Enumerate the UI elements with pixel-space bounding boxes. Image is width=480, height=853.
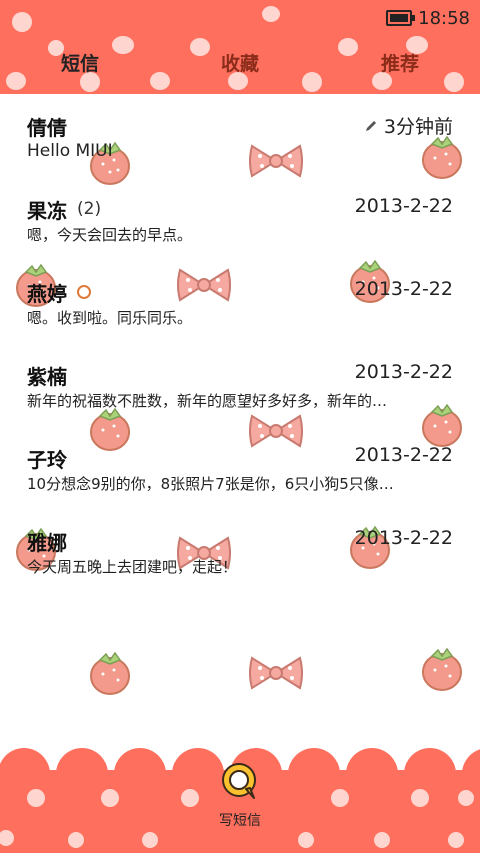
thread-time: 2013-2-22: [354, 278, 453, 300]
tab-bar: 短信 收藏 推荐: [0, 46, 480, 82]
message-preview: 嗯，今天会回去的早点。: [27, 226, 193, 244]
compose-label: 写短信: [219, 813, 261, 829]
header-bar: 18:58 短信 收藏 推荐: [0, 0, 480, 94]
contact-name: 紫楠: [27, 364, 67, 389]
thread-list: 倩倩 3分钟前 Hello MIUI 果冻 (2) 2013-2-22 嗯，今天…: [0, 94, 480, 592]
message-preview: 10分想念9别的你，8张照片7张是你，6只小狗5只像…: [27, 475, 394, 493]
status-bar: 18:58: [386, 6, 470, 30]
thread-time-text: 3分钟前: [383, 116, 453, 138]
thread-row[interactable]: 子玲 2013-2-22 10分想念9别的你，8张照片7张是你，6只小狗5只像…: [0, 426, 480, 509]
strawberry-icon: [90, 651, 130, 695]
thread-time: 2013-2-22: [354, 527, 453, 549]
contact-name: 燕婷: [27, 281, 67, 306]
message-preview: 新年的祝福数不胜数，新年的愿望好多好多，新年的…: [27, 392, 388, 410]
thread-row[interactable]: 果冻 (2) 2013-2-22 嗯，今天会回去的早点。: [0, 177, 480, 260]
contact-name: 倩倩: [27, 115, 67, 140]
bow-icon: [249, 656, 303, 690]
thread-time: 2013-2-22: [354, 361, 453, 383]
battery-icon: [386, 10, 416, 26]
pencil-icon: [365, 120, 376, 131]
message-preview: 今天周五晚上去团建吧，走起！: [27, 558, 238, 576]
thread-row[interactable]: 燕婷 2013-2-22 嗯。收到啦。同乐同乐。: [0, 260, 480, 343]
contact-name: 子玲: [27, 447, 67, 472]
contact-name: 果冻: [27, 198, 67, 223]
thread-row[interactable]: 紫楠 2013-2-22 新年的祝福数不胜数，新年的愿望好多好多，新年的…: [0, 343, 480, 426]
thread-time: 2013-2-22: [354, 195, 453, 217]
unread-indicator-icon: [77, 285, 91, 299]
compose-message-icon: [222, 763, 256, 799]
tab-recommended[interactable]: 推荐: [320, 46, 480, 82]
thread-time: 3分钟前: [364, 112, 453, 139]
thread-row[interactable]: 倩倩 3分钟前 Hello MIUI: [0, 94, 480, 177]
tab-favorites[interactable]: 收藏: [160, 46, 320, 82]
message-count: (2): [77, 199, 102, 219]
strawberry-icon: [422, 647, 462, 691]
tab-messages[interactable]: 短信: [0, 46, 160, 82]
contact-name: 雅娜: [27, 530, 67, 555]
clock: 18:58: [418, 7, 470, 29]
thread-row[interactable]: 雅娜 2013-2-22 今天周五晚上去团建吧，走起！: [0, 509, 480, 592]
message-preview: Hello MIUI: [27, 141, 113, 161]
message-preview: 嗯。收到啦。同乐同乐。: [27, 309, 193, 327]
thread-time: 2013-2-22: [354, 444, 453, 466]
compose-button[interactable]: 写短信: [190, 760, 290, 840]
